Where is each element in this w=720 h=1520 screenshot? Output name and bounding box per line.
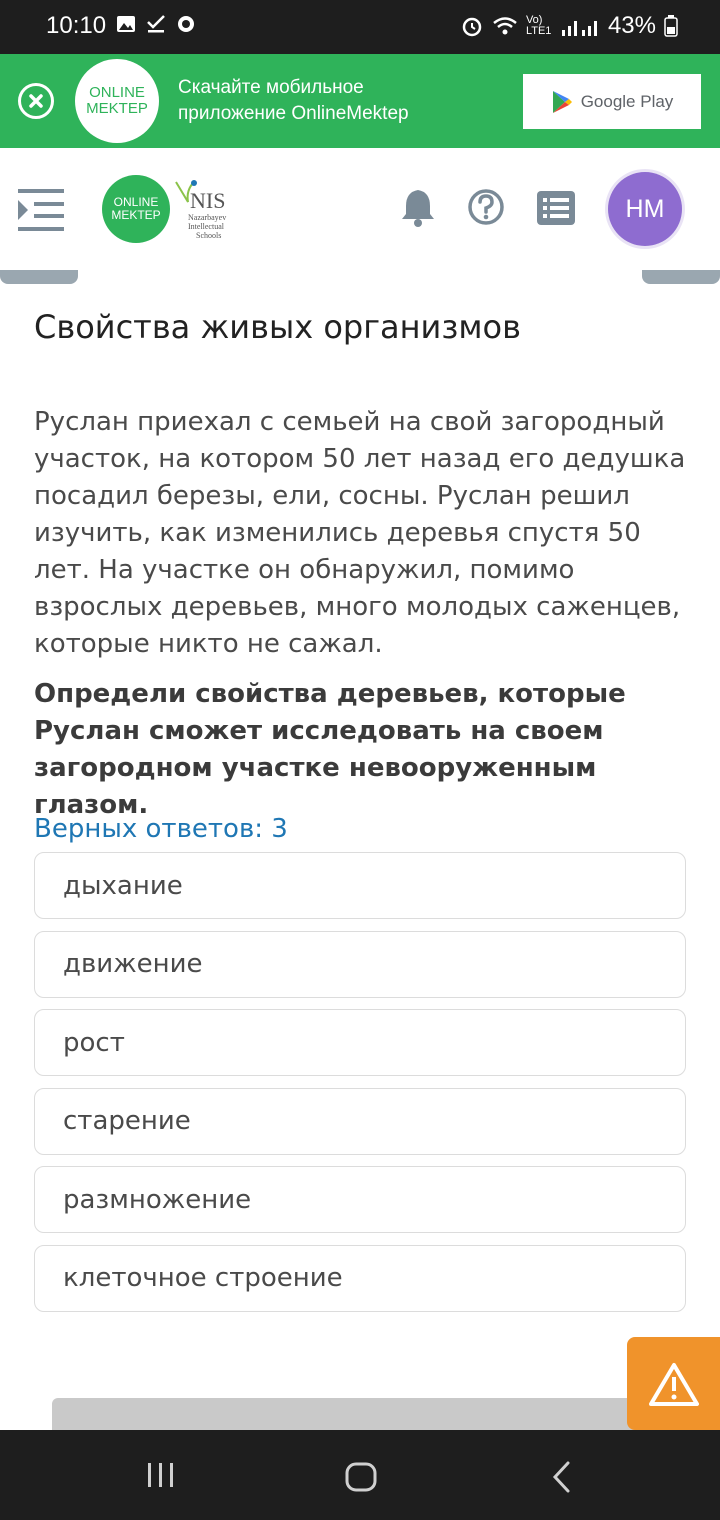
svg-text:Schools: Schools [196, 231, 221, 240]
warning-icon [648, 1362, 699, 1406]
bottom-action-bar[interactable] [52, 1398, 648, 1430]
svg-text:Nazarbayev: Nazarbayev [188, 213, 226, 222]
page-title: Свойства живых организмов [34, 308, 521, 346]
help-icon[interactable] [467, 188, 505, 226]
answer-option[interactable]: клеточное строение [34, 1244, 686, 1312]
task-paragraph: Руслан приехал с семьей на свой загородн… [34, 407, 686, 659]
wifi-icon [493, 17, 517, 35]
answer-option[interactable]: дыхание [34, 852, 686, 919]
google-play-icon [552, 90, 572, 113]
answer-option[interactable]: старение [34, 1087, 686, 1155]
banner-text: Скачайте мобильное приложение OnlineMekt… [178, 77, 409, 124]
next-tab-handle[interactable] [642, 270, 720, 284]
close-icon[interactable] [18, 83, 54, 119]
correct-answers-count: Верных ответов: 3 [34, 814, 288, 844]
battery-level: 43% [607, 12, 656, 39]
alarm-icon [462, 17, 482, 37]
question-text: Определи свойства деревьев, которые Русл… [34, 679, 626, 820]
app-download-banner: ONLINE MEKTEP Скачайте мобильное приложе… [0, 54, 720, 148]
online-mektep-logo[interactable]: ONLINE MEKTEP [102, 175, 170, 243]
status-bar: 10:10 Vo) LTE1 43% [0, 0, 720, 54]
prev-tab-handle[interactable] [0, 270, 78, 284]
online-mektep-logo: ONLINE MEKTEP [75, 59, 159, 143]
answer-option[interactable]: размножение [34, 1166, 686, 1233]
app-header: ONLINE MEKTEP NIS Nazarbayev Intellectua… [0, 148, 720, 270]
avatar[interactable]: HM [608, 172, 682, 246]
answer-option[interactable]: рост [34, 1009, 686, 1076]
svg-text:NIS: NIS [190, 188, 225, 213]
google-play-button[interactable]: Google Play [523, 74, 701, 129]
report-problem-button[interactable] [627, 1337, 720, 1430]
svg-text:Intellectual: Intellectual [188, 222, 225, 231]
bell-icon[interactable] [400, 188, 436, 228]
status-time: 10:10 [46, 12, 107, 39]
list-icon[interactable] [537, 191, 575, 225]
nis-logo: NIS Nazarbayev Intellectual Schools [172, 178, 242, 242]
system-nav-bar [0, 1430, 720, 1520]
battery-icon [664, 15, 678, 37]
recent-apps-icon[interactable] [146, 1460, 176, 1490]
gallery-icon [117, 16, 135, 32]
back-icon[interactable] [550, 1460, 574, 1494]
answer-option[interactable]: движение [34, 930, 686, 998]
shield-icon [178, 16, 194, 32]
home-icon[interactable] [344, 1460, 378, 1494]
menu-icon[interactable] [18, 188, 66, 232]
answer-options: дыхание движение рост старение размножен… [34, 852, 686, 1323]
check-icon [147, 15, 165, 33]
signal-icon [561, 21, 597, 36]
network-label: Vo) LTE1 [525, 14, 552, 37]
